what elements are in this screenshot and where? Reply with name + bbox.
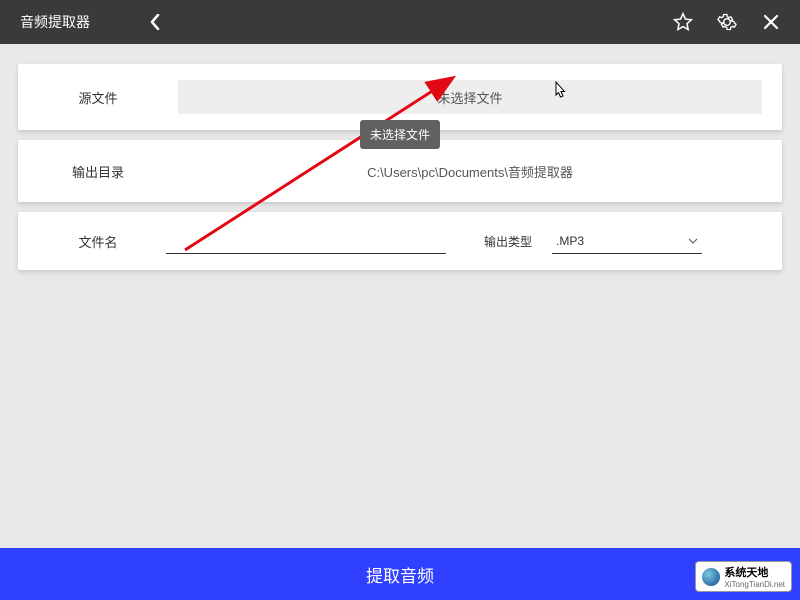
output-dir-picker[interactable]: C:\Users\pc\Documents\音频提取器 (178, 156, 762, 186)
output-dir-card: 输出目录 C:\Users\pc\Documents\音频提取器 (18, 140, 782, 202)
titlebar: 音频提取器 (0, 0, 800, 44)
app-title: 音频提取器 (10, 12, 100, 32)
output-dir-label: 输出目录 (38, 162, 158, 181)
favorite-button[interactable] (668, 7, 698, 37)
source-file-picker[interactable]: 未选择文件 (178, 80, 762, 114)
settings-button[interactable] (712, 7, 742, 37)
back-button[interactable] (141, 8, 169, 36)
caret-down-icon (688, 238, 698, 244)
output-dir-path: C:\Users\pc\Documents\音频提取器 (367, 162, 573, 181)
watermark-globe-icon (702, 568, 720, 586)
content-area: 源文件 未选择文件 输出目录 C:\Users\pc\Documents\音频提… (0, 44, 800, 280)
output-type-select[interactable]: .MP3 (552, 228, 702, 254)
filename-input[interactable] (166, 228, 446, 254)
close-icon (763, 14, 779, 30)
source-file-tooltip: 未选择文件 (360, 120, 440, 149)
watermark: 系统天地 XiTongTianDi.net (695, 561, 792, 592)
close-button[interactable] (756, 7, 786, 37)
extract-audio-button[interactable]: 提取音频 (0, 548, 800, 600)
source-file-label: 源文件 (38, 88, 158, 107)
watermark-title: 系统天地 (724, 564, 785, 580)
chevron-left-icon (150, 14, 160, 30)
gear-icon (717, 12, 737, 32)
filename-card: 文件名 输出类型 .MP3 (18, 212, 782, 270)
watermark-subtitle: XiTongTianDi.net (724, 580, 785, 589)
output-type-selected: .MP3 (556, 234, 584, 248)
source-file-placeholder: 未选择文件 (437, 88, 502, 107)
filename-label: 文件名 (38, 232, 158, 251)
output-type-label: 输出类型 (484, 233, 532, 250)
star-icon (673, 12, 693, 32)
extract-audio-label: 提取音频 (366, 562, 434, 587)
